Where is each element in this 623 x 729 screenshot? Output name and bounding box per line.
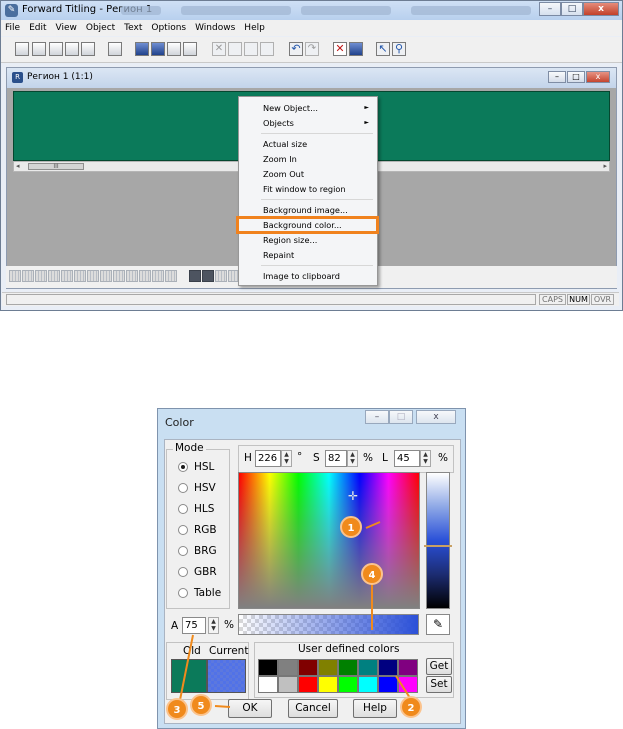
callout-2: 2 [400,696,422,718]
callout-3: 3 [166,698,188,720]
callout-4: 4 [361,563,383,585]
callout-3-arrow [179,634,194,701]
callout-arrows [179,521,411,708]
callout-1: 1 [340,516,362,538]
callout-2-arrow [395,675,411,699]
callout-5-arrow [214,705,231,708]
callout-1-arrow [365,521,381,529]
callout-5: 5 [190,694,212,716]
